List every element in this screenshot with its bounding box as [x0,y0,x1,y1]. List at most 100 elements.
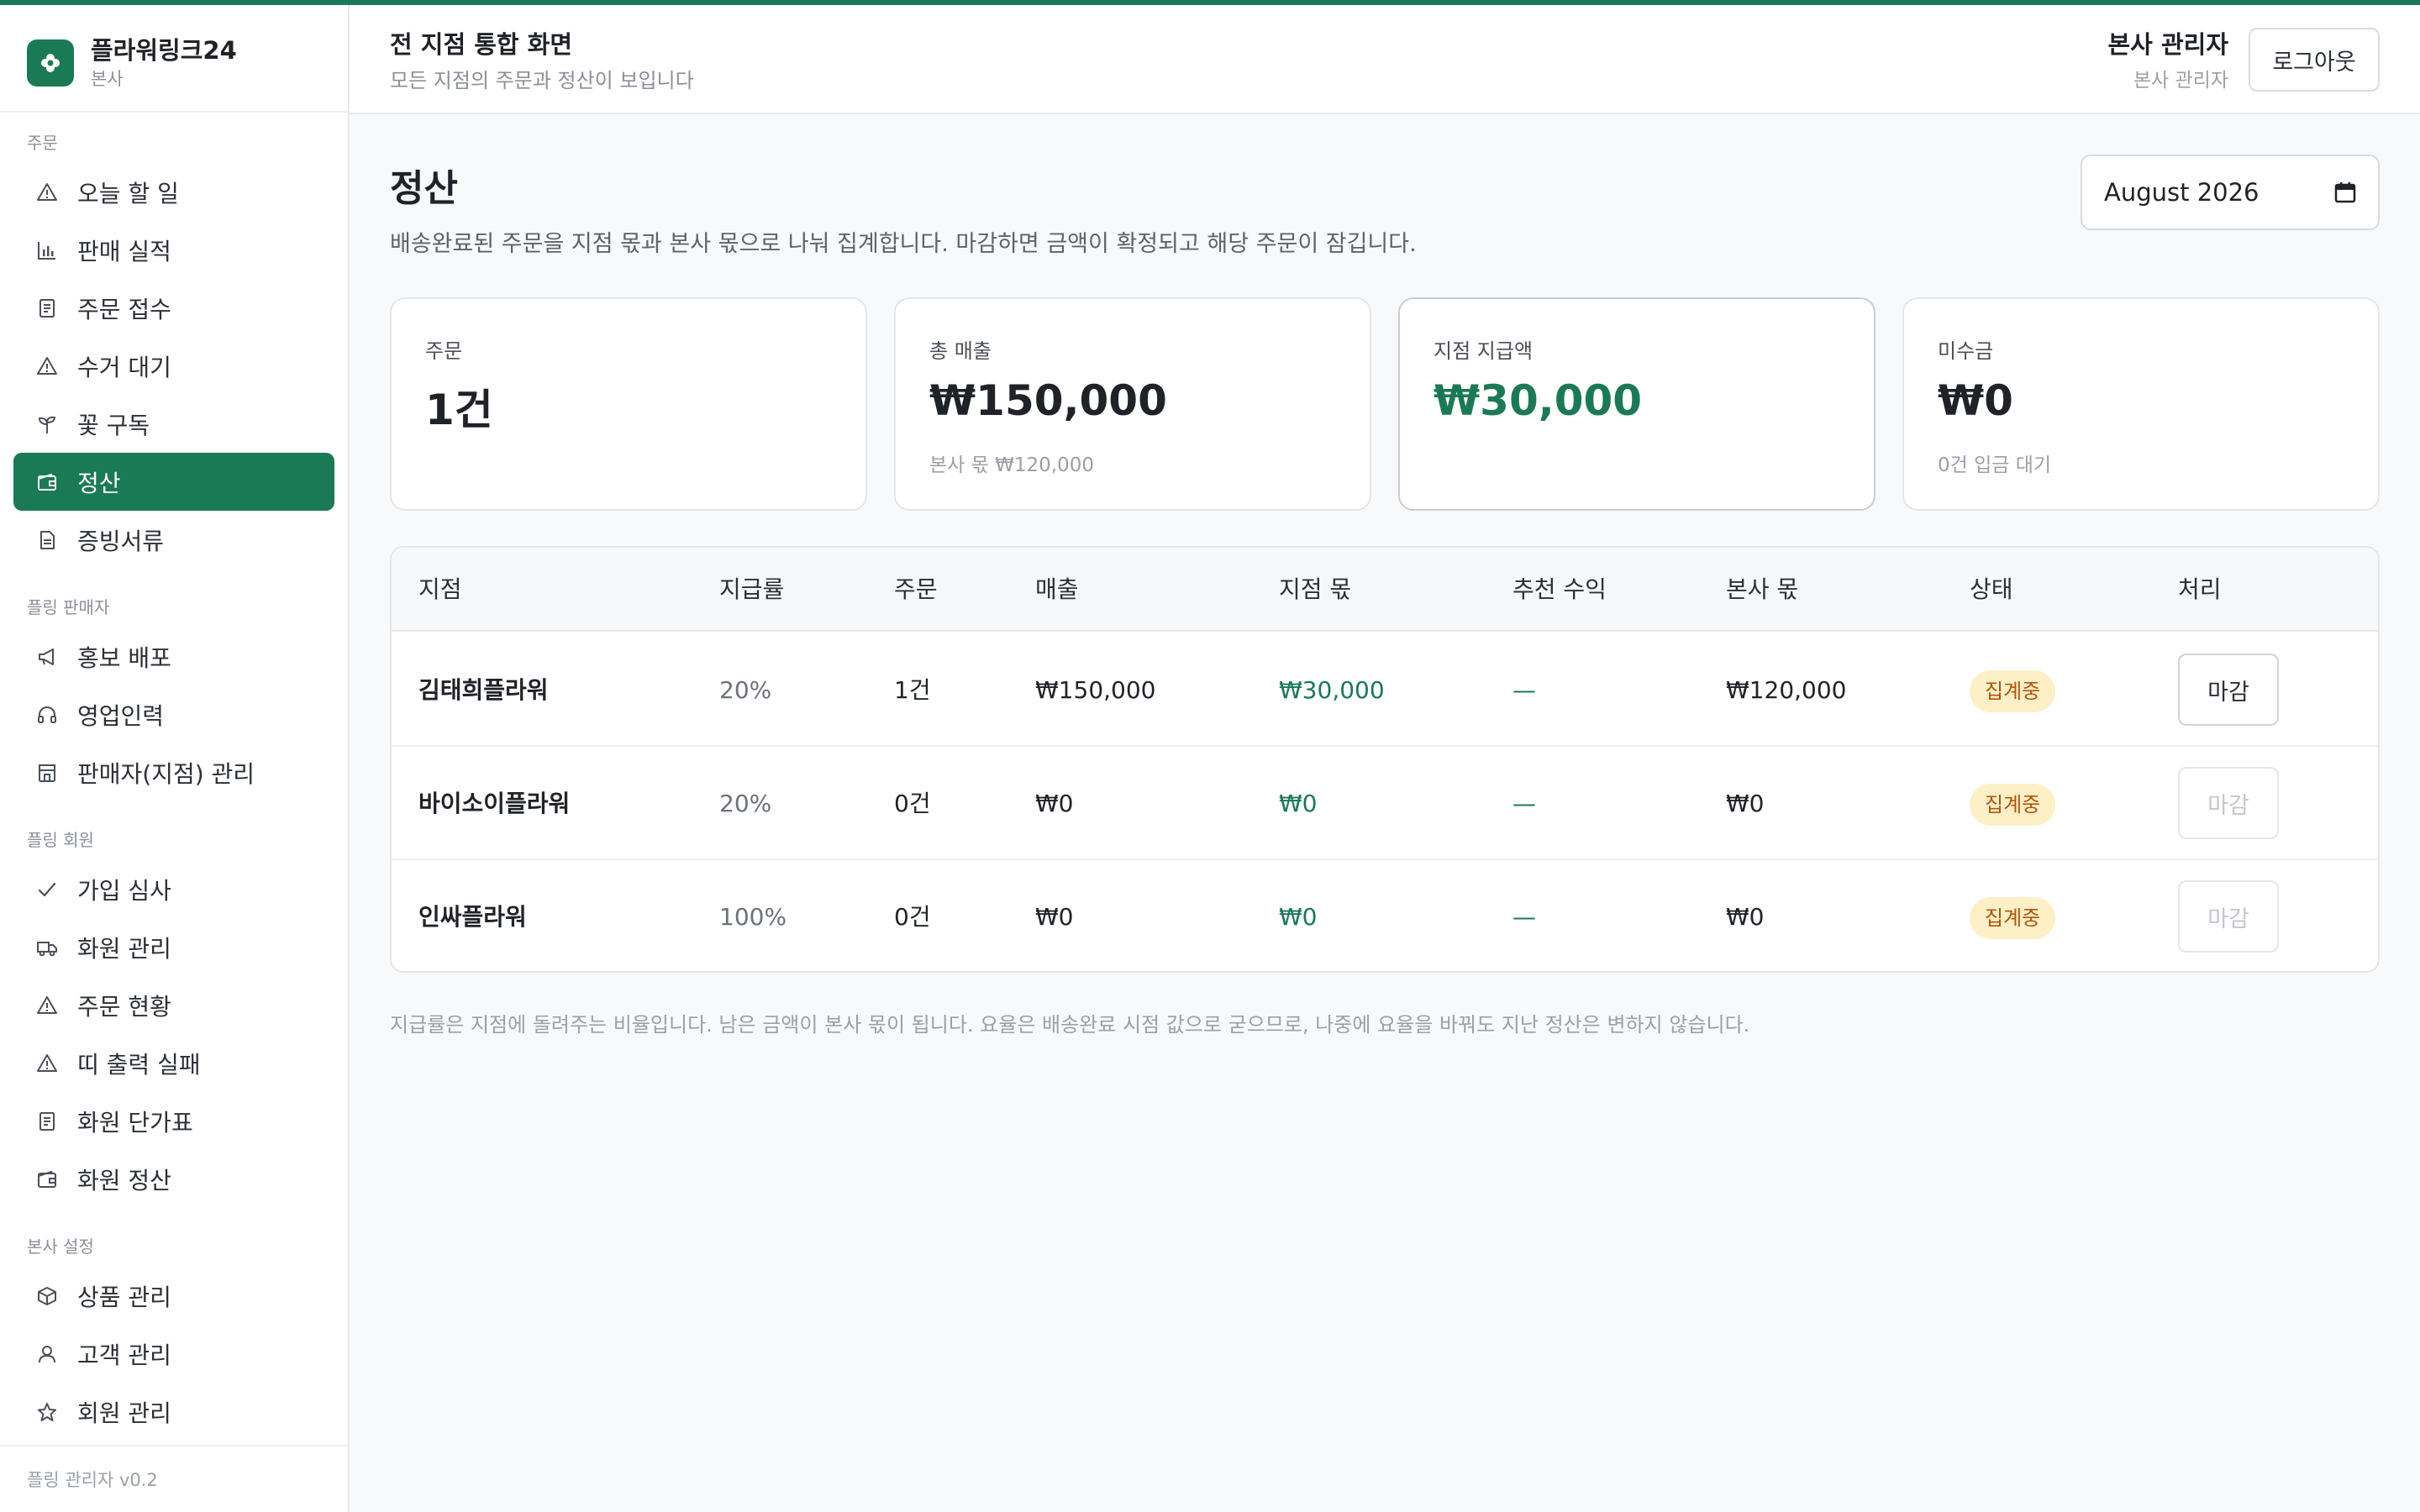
sidebar-item[interactable]: 정산 [13,453,334,511]
nav-gap [0,801,348,820]
card-value: ₩0 [1938,376,2013,425]
month-picker[interactable]: August 2026 [2081,155,2380,230]
sidebar-item[interactable]: 고객 관리 [13,1325,334,1383]
receipt-icon [35,1110,59,1133]
flower-logo-icon [27,39,74,87]
sidebar-item-label: 정산 [77,469,121,497]
sidebar-item[interactable]: 수거 대기 [13,337,334,395]
sidebar-item[interactable]: 증빙서류 [13,511,334,569]
referral-income: — [1512,676,1536,704]
logout-button[interactable]: 로그아웃 [2249,28,2380,92]
sidebar-item-label: 판매자(지점) 관리 [77,759,255,788]
wallet-icon [35,1168,59,1191]
box-icon [35,1284,59,1308]
sidebar-item[interactable]: 화원 단가표 [13,1092,334,1150]
sidebar-item[interactable]: 주문 접수 [13,279,334,337]
branch-name: 인싸플라워 [418,903,527,931]
sprout-icon [35,412,59,436]
sidebar: 플라워링크24 본사 주문오늘 할 일판매 실적주문 접수수거 대기꽃 구독정산… [0,5,350,1512]
table-row: 바이소이플라워 20% 0건 ₩0 ₩0 — ₩0 집계중 마감 [392,747,2378,860]
star-icon [35,1400,59,1424]
document-icon [35,528,59,552]
payout-rate: 20% [719,676,772,704]
card-value: 1건 [425,386,493,434]
sidebar-item[interactable]: 화원 관리 [13,918,334,976]
hq-share: ₩0 [1726,790,1765,817]
calendar-icon[interactable] [2334,181,2356,203]
card-label: 미수금 [1938,339,1994,363]
column-header: 지점 [418,575,462,603]
sidebar-item[interactable]: 화원 정산 [13,1150,334,1208]
sidebar-item-label: 화원 단가표 [77,1108,193,1137]
receipt-icon [35,297,59,320]
column-header: 지급률 [719,575,785,603]
sidebar-nav: 주문오늘 할 일판매 실적주문 접수수거 대기꽃 구독정산증빙서류플링 판매자홍… [0,123,348,1441]
sidebar-item-label: 고객 관리 [77,1341,171,1369]
top-header: 전 지점 통합 화면 모든 지점의 주문과 정산이 보입니다 본사 관리자 본사… [350,5,2420,114]
sidebar-item[interactable]: 홍보 배포 [13,627,334,685]
status-badge: 집계중 [1970,670,2056,712]
header-title: 전 지점 통합 화면 [390,30,573,59]
column-header: 본사 몫 [1726,575,1799,603]
sidebar-item-label: 띠 출력 실패 [77,1050,201,1079]
sidebar-item[interactable]: 가입 심사 [13,860,334,918]
column-header: 상태 [1970,575,2013,603]
referral-income: — [1512,790,1536,817]
sales-amount: ₩0 [1035,790,1074,817]
close-settlement-button[interactable]: 마감 [2178,654,2279,726]
sales-amount: ₩150,000 [1035,676,1156,704]
card-value: ₩30,000 [1434,376,1643,425]
card-value: ₩150,000 [929,376,1167,425]
sidebar-item[interactable]: 영업인력 [13,685,334,743]
sidebar-item[interactable]: 판매 실적 [13,221,334,279]
warning-icon [35,994,59,1017]
sidebar-item[interactable]: 상품 관리 [13,1267,334,1325]
sidebar-item[interactable]: 주문 현황 [13,976,334,1034]
brand[interactable]: 플라워링크24 본사 [27,34,237,92]
referral-income: — [1512,903,1536,931]
branch-share: ₩30,000 [1279,676,1385,704]
branch-name: 김태희플라워 [418,676,549,704]
card-total-sales: 총 매출 ₩150,000 본사 몫 ₩120,000 [894,297,1371,511]
header-subtitle: 모든 지점의 주문과 정산이 보입니다 [390,69,694,92]
summary-cards: 주문 1건 총 매출 ₩150,000 본사 몫 ₩120,000 지점 지급액… [390,297,2380,511]
user-icon [35,1342,59,1366]
sidebar-item-label: 홍보 배포 [77,643,171,672]
column-header: 처리 [2178,575,2222,603]
sidebar-item[interactable]: 오늘 할 일 [13,163,334,221]
sidebar-item[interactable]: 회원 관리 [13,1383,334,1441]
status-badge: 집계중 [1970,897,2056,939]
payout-rate: 20% [719,790,772,817]
order-count: 1건 [894,676,931,704]
footnote: 지급률은 지점에 돌려주는 비율입니다. 남은 금액이 본사 몫이 됩니다. 요… [390,1013,1750,1037]
sales-amount: ₩0 [1035,903,1074,931]
card-label: 주문 [425,339,463,363]
sidebar-item[interactable]: 판매자(지점) 관리 [13,743,334,801]
nav-section-title: 플링 판매자 [27,597,110,617]
sidebar-item-label: 가입 심사 [77,876,171,905]
truck-icon [35,936,59,959]
sidebar-item[interactable]: 띠 출력 실패 [13,1034,334,1092]
wallet-icon [35,470,59,494]
store-icon [35,761,59,785]
column-header: 주문 [894,575,938,603]
table-row: 인싸플라워 100% 0건 ₩0 ₩0 — ₩0 집계중 마감 [392,860,2378,971]
sidebar-item-label: 증빙서류 [77,527,165,555]
warning-icon [35,354,59,378]
sidebar-item[interactable]: 꽃 구독 [13,395,334,453]
headset-icon [35,703,59,727]
card-branch-payout: 지점 지급액 ₩30,000 [1398,297,1876,511]
sidebar-item-label: 주문 현황 [77,992,171,1021]
sidebar-item-label: 수거 대기 [77,353,171,381]
divider [0,1445,348,1446]
close-settlement-button[interactable]: 마감 [2178,880,2279,953]
order-count: 0건 [894,903,931,931]
payout-rate: 100% [719,903,787,931]
close-settlement-button[interactable]: 마감 [2178,767,2279,839]
sidebar-item-label: 회원 관리 [77,1399,171,1427]
nav-section-title: 주문 [27,133,58,153]
card-label: 총 매출 [929,339,992,363]
sidebar-item-label: 판매 실적 [77,237,171,265]
page-title: 정산 [390,167,458,210]
column-header: 지점 몫 [1279,575,1352,603]
